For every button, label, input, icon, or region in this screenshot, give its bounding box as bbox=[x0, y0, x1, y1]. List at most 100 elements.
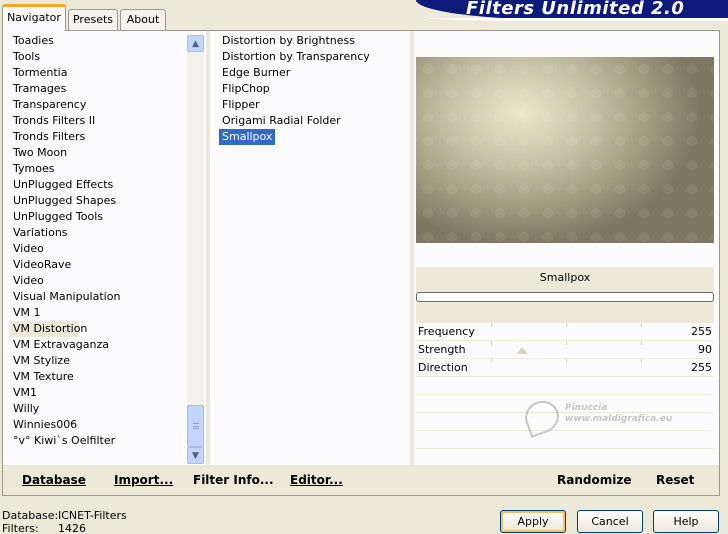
main-panel: Toadies Tools Tormentia Tramages Transparenc… bbox=[2, 30, 720, 496]
pane-divider-right bbox=[410, 31, 414, 465]
watermark-line1: Pinuccia bbox=[565, 403, 608, 413]
filter-info-button[interactable]: Filter Info... bbox=[193, 473, 274, 487]
param-row-empty bbox=[416, 431, 714, 449]
scroll-down-button[interactable]: ▼ bbox=[187, 447, 204, 464]
pane-divider bbox=[206, 31, 210, 465]
tab-presets[interactable]: Presets bbox=[68, 9, 118, 30]
filters-count: 1426 bbox=[58, 522, 86, 534]
category-item[interactable]: VM Texture bbox=[9, 369, 187, 385]
app-title: Filters Unlimited 2.0 bbox=[466, 0, 685, 19]
category-item[interactable]: VM Extravaganza bbox=[9, 337, 187, 353]
filter-item[interactable]: Flipper bbox=[219, 97, 409, 113]
category-item[interactable]: UnPlugged Tools bbox=[9, 209, 187, 225]
category-item[interactable]: Tronds Filters II bbox=[9, 113, 187, 129]
param-row-direction[interactable]: Direction 255 bbox=[416, 359, 714, 377]
category-item[interactable]: Tronds Filters bbox=[9, 129, 187, 145]
editor-button-label: Editor... bbox=[290, 473, 343, 487]
filter-list[interactable]: Distortion by Brightness Distortion by Tr… bbox=[219, 33, 409, 463]
chevron-up-icon: ▲ bbox=[192, 38, 199, 49]
category-item[interactable]: VideoRave bbox=[9, 257, 187, 273]
tab-about[interactable]: About bbox=[120, 9, 166, 30]
category-item[interactable]: Willy bbox=[9, 401, 187, 417]
progress-bar bbox=[416, 292, 714, 302]
category-item[interactable]: Variations bbox=[9, 225, 187, 241]
cancel-button[interactable]: Cancel bbox=[577, 510, 643, 533]
category-item[interactable]: Tormentia bbox=[9, 65, 187, 81]
filter-row: Edge Burner bbox=[219, 65, 409, 81]
slider-tick bbox=[491, 323, 492, 327]
filter-item[interactable]: Distortion by Brightness bbox=[219, 33, 409, 49]
category-item[interactable]: Toadies bbox=[9, 33, 187, 49]
filter-row: Distortion by Brightness bbox=[219, 33, 409, 49]
filter-item[interactable]: Origami Radial Folder bbox=[219, 113, 409, 129]
filter-row: FlipChop bbox=[219, 81, 409, 97]
category-item[interactable]: Tramages bbox=[9, 81, 187, 97]
filter-item[interactable]: Smallpox bbox=[219, 129, 276, 145]
filter-item[interactable]: FlipChop bbox=[219, 81, 409, 97]
category-item[interactable]: UnPlugged Effects bbox=[9, 177, 187, 193]
category-item[interactable]: °v° Kiwi`s Oelfilter bbox=[9, 433, 187, 449]
category-item[interactable]: UnPlugged Shapes bbox=[9, 193, 187, 209]
watermark: Pinuccia www.maldigrafica.eu bbox=[520, 396, 673, 438]
database-value: ICNET-Filters bbox=[58, 509, 127, 522]
slider-tick bbox=[566, 341, 567, 345]
category-item[interactable]: Winnies006 bbox=[9, 417, 187, 433]
category-item[interactable]: VM1 bbox=[9, 385, 187, 401]
param-row-frequency[interactable]: Frequency 255 bbox=[416, 323, 714, 341]
category-item[interactable]: Two Moon bbox=[9, 145, 187, 161]
category-item[interactable]: Transparency bbox=[9, 97, 187, 113]
reset-button[interactable]: Reset bbox=[656, 473, 694, 487]
category-item[interactable]: Tools bbox=[9, 49, 187, 65]
banner-edge bbox=[428, 18, 728, 21]
param-name: Strength bbox=[418, 343, 466, 356]
param-value: 255 bbox=[691, 361, 712, 374]
scroll-thumb[interactable] bbox=[187, 405, 204, 447]
category-item[interactable]: VM Stylize bbox=[9, 353, 187, 369]
param-name: Frequency bbox=[418, 325, 475, 338]
editor-button[interactable]: Editor... bbox=[290, 473, 343, 487]
category-item[interactable]: Video bbox=[9, 241, 187, 257]
filter-row: Origami Radial Folder bbox=[219, 113, 409, 129]
randomize-button[interactable]: Randomize bbox=[557, 473, 631, 487]
watermark-line2: www.maldigrafica.eu bbox=[565, 414, 673, 424]
database-button-label: Database bbox=[22, 473, 86, 487]
randomize-button-label: Randomize bbox=[557, 473, 632, 487]
slider-tick bbox=[641, 341, 642, 345]
slider-tick bbox=[491, 341, 492, 345]
category-item[interactable]: Tymoes bbox=[9, 161, 187, 177]
param-row-strength[interactable]: Strength 90 bbox=[416, 341, 714, 359]
filter-info-button-label: Filter Info... bbox=[193, 473, 274, 487]
filter-item[interactable]: Edge Burner bbox=[219, 65, 409, 81]
category-item[interactable]: VM 1 bbox=[9, 305, 187, 321]
preview-image bbox=[416, 57, 714, 243]
apply-button[interactable]: Apply bbox=[500, 510, 566, 533]
category-item[interactable]: Visual Manipulation bbox=[9, 289, 187, 305]
import-button-label: Import... bbox=[114, 473, 174, 487]
chevron-down-icon: ▼ bbox=[192, 450, 199, 461]
category-item[interactable]: Video bbox=[9, 273, 187, 289]
database-button[interactable]: Database bbox=[22, 473, 86, 487]
slider-tick bbox=[641, 323, 642, 327]
param-name: Direction bbox=[418, 361, 468, 374]
filter-row: Smallpox bbox=[219, 129, 409, 145]
slider-tick bbox=[641, 359, 642, 363]
grip-icon bbox=[192, 423, 199, 429]
slider-tick bbox=[491, 359, 492, 363]
app-banner: Filters Unlimited 2.0 bbox=[416, 0, 728, 20]
category-list[interactable]: Toadies Tools Tormentia Tramages Transparenc… bbox=[9, 33, 187, 463]
slider-tick bbox=[566, 359, 567, 363]
parameter-panel: Frequency 255 Strength 90 Direction 255 bbox=[416, 323, 714, 467]
import-button[interactable]: Import... bbox=[114, 473, 173, 487]
param-row-empty bbox=[416, 377, 714, 395]
slider-marker-icon bbox=[516, 347, 528, 354]
tab-navigator[interactable]: Navigator bbox=[2, 4, 66, 31]
scroll-up-button[interactable]: ▲ bbox=[187, 35, 204, 52]
category-scrollbar[interactable]: ▲ ▼ bbox=[187, 35, 204, 464]
filter-item[interactable]: Distortion by Transparency bbox=[219, 49, 409, 65]
filter-row: Distortion by Transparency bbox=[219, 49, 409, 65]
category-item[interactable]: VM Distortion bbox=[9, 321, 87, 337]
status-area: Database: ICNET-Filters Filters: 1426 bbox=[2, 509, 127, 534]
help-button[interactable]: Help bbox=[653, 510, 719, 533]
param-value: 255 bbox=[691, 325, 712, 338]
param-value: 90 bbox=[698, 343, 712, 356]
